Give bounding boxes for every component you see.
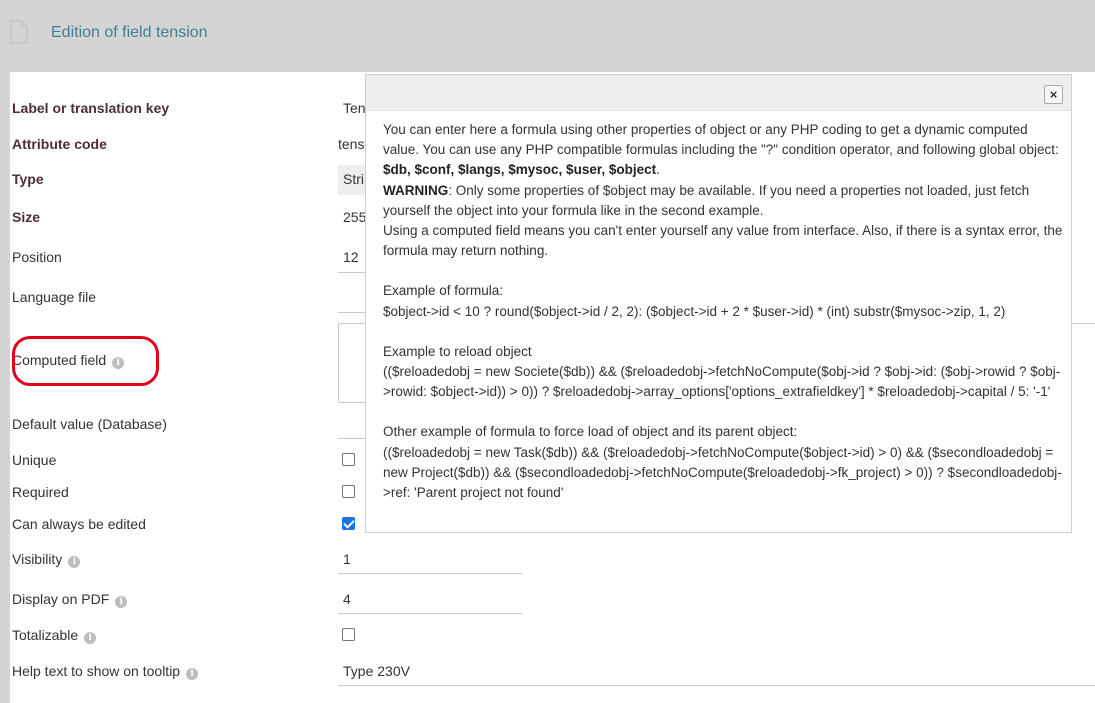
dialog-paragraph-intro: You can enter here a formula using other…	[383, 120, 1063, 181]
display-on-pdf-text: Display on PDF	[12, 591, 110, 607]
size-input[interactable]: 255	[343, 209, 366, 225]
page-title: Edition of field tension	[51, 24, 208, 41]
example1-title: Example of formula:	[383, 283, 504, 299]
position-label: Position	[12, 249, 62, 265]
intro-end: .	[656, 162, 660, 178]
type-select-value: Stri	[343, 171, 364, 187]
required-checkbox[interactable]	[342, 485, 355, 498]
position-input[interactable]: 12	[343, 249, 359, 265]
language-file-underline	[338, 312, 366, 313]
highlight-oval	[12, 336, 159, 386]
dialog-body: You can enter here a formula using other…	[383, 120, 1063, 503]
visibility-input[interactable]: 1	[343, 551, 351, 567]
totalizable-text: Totalizable	[12, 627, 79, 643]
totalizable-checkbox[interactable]	[342, 628, 355, 641]
computed-field-textarea[interactable]	[338, 323, 366, 403]
warning-label: WARNING	[383, 182, 449, 198]
close-icon[interactable]: ×	[1044, 85, 1063, 104]
example3-title: Other example of formula to force load o…	[383, 424, 798, 440]
required-label: Required	[12, 484, 69, 500]
global-objects: $db, $conf, $langs, $mysoc, $user, $obje…	[383, 162, 657, 178]
totalizable-label: Totalizable i	[12, 627, 97, 644]
attribute-code-label: Attribute code	[12, 136, 107, 152]
example2-title: Example to reload object	[383, 343, 532, 359]
warning-text: : Only some properties of $object may be…	[383, 182, 1030, 218]
display-on-pdf-underline	[338, 613, 522, 614]
computed-field-textarea-edge	[1071, 323, 1095, 403]
row-help-text: Help text to show on tooltip i Type 230V	[10, 657, 1095, 687]
intro-text: You can enter here a formula using other…	[383, 122, 1059, 158]
size-label: Size	[12, 209, 41, 225]
type-select[interactable]: Stri	[338, 165, 366, 195]
position-underline	[338, 272, 366, 273]
help-dialog: × You can enter here a formula using oth…	[365, 74, 1072, 533]
help-text-input[interactable]: Type 230V	[343, 663, 410, 679]
default-value-label: Default value (Database)	[12, 416, 167, 432]
language-file-label: Language file	[12, 289, 97, 305]
info-icon[interactable]: i	[84, 632, 97, 644]
can-always-be-edited-checkbox[interactable]	[342, 517, 355, 530]
info-icon[interactable]: i	[186, 668, 199, 680]
example3-code: (($reloadedobj = new Task($db)) && ($rel…	[383, 444, 1062, 501]
example1-code: $object->id < 10 ? round($object->id / 2…	[383, 303, 1006, 319]
visibility-label: Visibility i	[12, 551, 81, 568]
example2-code: (($reloadedobj = new Societe($db)) && ($…	[383, 364, 1061, 400]
attribute-code-value: tens	[338, 136, 365, 152]
visibility-underline	[338, 573, 522, 574]
label-key-label: Label or translation key	[12, 100, 170, 116]
top-bar: Edition of field tension	[0, 0, 1095, 72]
dialog-paragraph-computed: Using a computed field means you can't e…	[383, 223, 1063, 259]
type-label: Type	[12, 171, 44, 187]
dialog-header: ×	[366, 75, 1071, 111]
page-icon	[10, 20, 28, 44]
default-value-underline	[338, 438, 366, 439]
display-on-pdf-input[interactable]: 4	[343, 591, 351, 607]
row-display-on-pdf: Display on PDF i 4	[10, 585, 1095, 615]
display-on-pdf-label: Display on PDF i	[12, 591, 128, 608]
dialog-paragraph-warning: WARNING: Only some properties of $object…	[383, 181, 1063, 221]
can-always-be-edited-label: Can always be edited	[12, 516, 146, 532]
row-totalizable: Totalizable i	[10, 621, 1095, 651]
visibility-text: Visibility	[12, 551, 63, 567]
label-key-input[interactable]: Ten	[343, 100, 366, 116]
row-visibility: Visibility i 1	[10, 545, 1095, 575]
unique-checkbox[interactable]	[342, 453, 355, 466]
info-icon[interactable]: i	[115, 596, 128, 608]
help-text-underline	[338, 685, 1095, 686]
unique-label: Unique	[12, 452, 57, 468]
help-text-label: Help text to show on tooltip i	[12, 663, 199, 680]
help-text-text: Help text to show on tooltip	[12, 663, 181, 679]
info-icon[interactable]: i	[68, 556, 81, 568]
